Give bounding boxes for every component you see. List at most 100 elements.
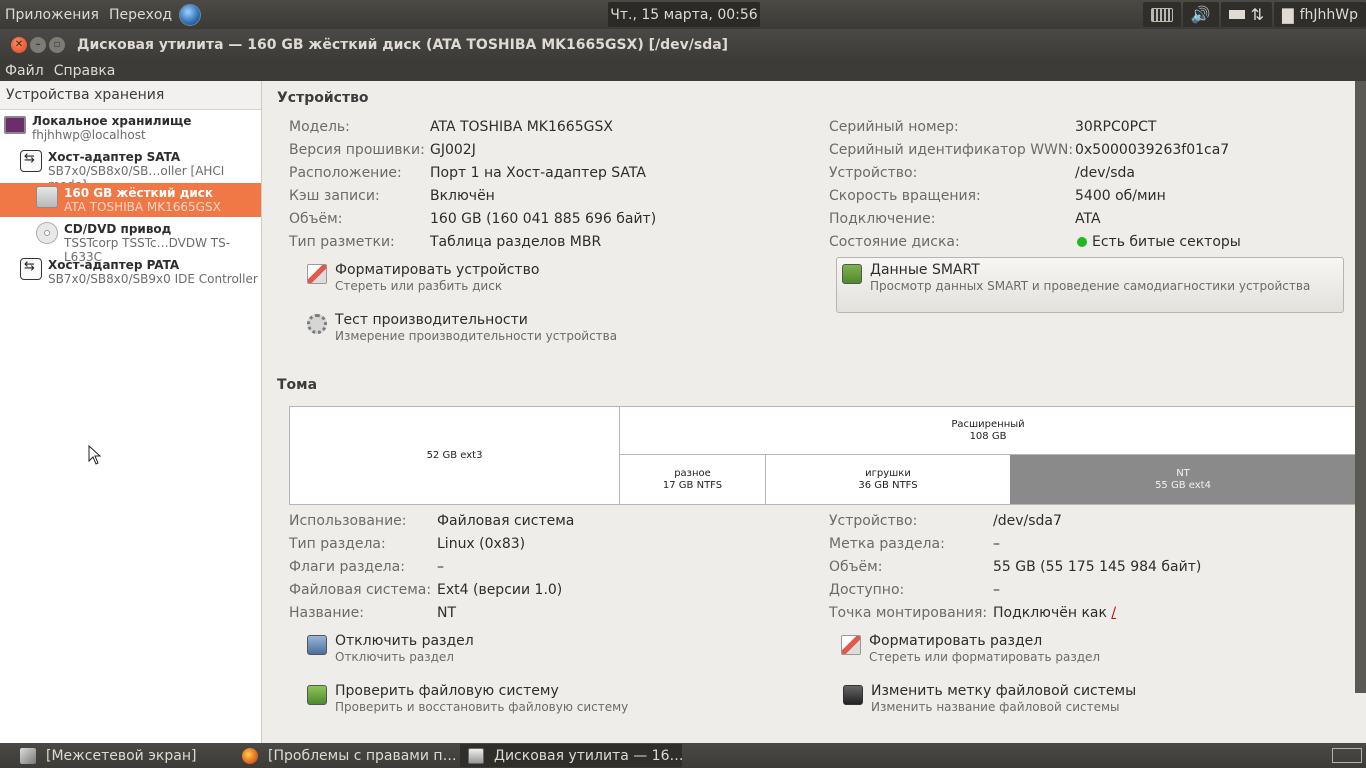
sidebar-item-title: Локальное хранилище <box>32 114 192 128</box>
device-value: 30RPC0PCT <box>1075 119 1157 135</box>
storage-devices-sidebar: Устройства хранения Локальное хранилище f… <box>0 81 262 743</box>
device-label: Кэш записи: <box>289 188 380 204</box>
device-value: Таблица разделов MBR <box>430 234 602 250</box>
volume-value: – <box>993 582 1000 598</box>
volume-label-key: Устройство: <box>829 513 918 529</box>
action-title: Проверить файловую систему <box>335 683 559 699</box>
edit-label-button[interactable]: Изменить метку файловой системы Изменить … <box>843 683 1136 714</box>
action-desc: Изменить название файловой системы <box>871 700 1120 714</box>
device-value: 0x5000039263f01ca7 <box>1075 142 1230 158</box>
places-menu[interactable]: Переход <box>104 7 177 23</box>
benchmark-button[interactable]: Тест производительности Измерение произво… <box>307 312 617 343</box>
sidebar-header: Устройства хранения <box>0 81 261 110</box>
volume-label: игрушки <box>865 467 911 479</box>
network-arrows-icon: ⇅ <box>1250 5 1265 24</box>
unmount-volume-button[interactable]: Отключить раздел Отключить раздел <box>307 633 474 664</box>
mount-point-link[interactable]: / <box>1111 605 1116 621</box>
menu-help[interactable]: Справка <box>49 63 121 79</box>
volume-map: 52 GB ext3 Расширенный 108 GB разное 17 … <box>289 406 1357 505</box>
action-desc: Измерение производительности устройства <box>335 329 618 343</box>
volume-label: 52 GB ext3 <box>426 449 483 461</box>
device-label: Состояние диска: <box>829 234 960 250</box>
volume-label: разное <box>674 467 711 479</box>
volume-value: Ext4 (версии 1.0) <box>437 582 563 598</box>
action-desc: Проверить и восстановить файловую систем… <box>335 700 629 714</box>
sidebar-item-subtitle: ATA TOSHIBA MK1665GSX <box>64 200 221 214</box>
smart-data-button[interactable]: Данные SMART Просмотр данных SMART и пров… <box>836 257 1344 313</box>
minimize-window-icon[interactable]: – <box>30 36 46 53</box>
device-label: Расположение: <box>289 165 402 181</box>
volume-segment-primary[interactable]: 52 GB ext3 <box>290 407 620 504</box>
volume-size: 108 GB <box>969 430 1007 442</box>
action-desc: Отключить раздел <box>335 650 454 664</box>
health-ok-icon <box>1077 237 1087 247</box>
browser-launcher-icon[interactable] <box>179 3 202 26</box>
device-label: Подключение: <box>829 211 936 227</box>
volume-value: – <box>437 559 444 575</box>
device-label: Модель: <box>289 119 350 135</box>
volume-label-key: Флаги раздела: <box>289 559 405 575</box>
window-titlebar[interactable]: ✕ – ▫ Дисковая утилита — 160 GB жёсткий … <box>0 29 1366 60</box>
task-browser[interactable]: [Проблемы с правами п… <box>234 744 458 767</box>
harddisk-icon <box>36 186 58 208</box>
volume-value: Linux (0x83) <box>437 536 526 552</box>
maximize-window-icon[interactable]: ▫ <box>49 36 65 53</box>
action-desc: Просмотр данных SMART и проведение самод… <box>870 279 1311 293</box>
close-window-icon[interactable]: ✕ <box>11 36 27 53</box>
volume-segment-igrushki[interactable]: игрушки 36 GB NTFS <box>766 455 1010 504</box>
action-title: Форматировать раздел <box>869 633 1043 649</box>
volume-segment-extended[interactable]: Расширенный 108 GB <box>620 407 1356 455</box>
menu-file[interactable]: Файл <box>0 63 49 79</box>
battery-network-indicator[interactable]: ⇅ <box>1220 2 1273 27</box>
bottom-taskbar: [Межсетевой экран] [Проблемы с правами п… <box>0 743 1366 768</box>
device-label: Тип разметки: <box>289 234 395 250</box>
task-firewall[interactable]: [Межсетевой экран] <box>0 744 232 767</box>
task-label: Дисковая утилита — 16… <box>494 747 682 764</box>
volume-label-key: Файловая система: <box>289 582 432 598</box>
device-value: ATA TOSHIBA MK1665GSX <box>430 119 613 135</box>
task-disk-utility[interactable]: Дисковая утилита — 16… <box>460 744 682 767</box>
format-volume-icon <box>841 635 861 655</box>
task-label: [Межсетевой экран] <box>46 747 197 764</box>
sidebar-item-title: Хост-адаптер SATA <box>48 150 181 164</box>
gears-icon <box>307 314 327 334</box>
sidebar-item-local-storage[interactable]: Локальное хранилище fhjhhwp@localhost <box>4 114 191 142</box>
user-name: fhJhhWp <box>1299 6 1358 23</box>
unmount-icon <box>307 635 327 655</box>
chat-bubble-icon: ▇ <box>1282 5 1294 24</box>
device-label: Серийный идентификатор WWN: <box>829 142 1074 158</box>
keyboard-icon <box>1150 7 1173 22</box>
check-filesystem-button[interactable]: Проверить файловую систему Проверить и во… <box>307 683 628 714</box>
keyboard-indicator[interactable] <box>1142 2 1181 27</box>
workspace-switcher[interactable] <box>1332 748 1362 763</box>
volume-value: – <box>993 536 1000 552</box>
applications-menu[interactable]: Приложения <box>0 7 104 23</box>
volume-label: NT <box>1176 467 1190 479</box>
device-value: /dev/sda <box>1075 165 1135 181</box>
device-value: GJ002J <box>430 142 476 158</box>
volume-label-key: Доступно: <box>829 582 905 598</box>
sidebar-item-title: CD/DVD привод <box>64 222 172 236</box>
format-device-button[interactable]: Форматировать устройство Стереть или разб… <box>307 262 539 293</box>
device-label: Объём: <box>289 211 343 227</box>
check-filesystem-icon <box>307 685 327 705</box>
volume-segment-raznoe[interactable]: разное 17 GB NTFS <box>620 455 766 504</box>
device-label: Устройство: <box>829 165 918 181</box>
format-volume-button[interactable]: Форматировать раздел Стереть или форматир… <box>841 633 1100 664</box>
sidebar-item-pata-adapter[interactable]: Хост-адаптер PATASB7x0/SB8x0/SB9x0 IDE C… <box>20 258 258 286</box>
volume-segment-nt-selected[interactable]: NT 55 GB ext4 <box>1010 455 1356 504</box>
user-indicator[interactable]: ▇ fhJhhWp <box>1274 2 1366 27</box>
volumes-section-title: Тома <box>277 377 318 393</box>
system-tray: 🔊 ⇅ ▇ fhJhhWp <box>1141 0 1366 29</box>
clock[interactable]: Чт., 15 марта, 00:56 <box>608 2 760 27</box>
volume-indicator[interactable]: 🔊 <box>1182 2 1219 27</box>
sidebar-item-title: Хост-адаптер PATA <box>48 258 180 272</box>
volume-value: /dev/sda7 <box>993 513 1062 529</box>
volume-label-key: Название: <box>289 605 364 621</box>
smart-icon <box>842 264 862 284</box>
sidebar-item-hard-disk[interactable]: 160 GB жёсткий диск ATA TOSHIBA MK1665GSX <box>0 183 261 217</box>
disk-health-text: Есть битые секторы <box>1092 234 1241 250</box>
drive-label-icon <box>843 685 863 705</box>
vertical-scrollbar[interactable] <box>1355 81 1366 693</box>
details-pane: Устройство Модель: ATA TOSHIBA MK1665GSX… <box>262 81 1366 743</box>
